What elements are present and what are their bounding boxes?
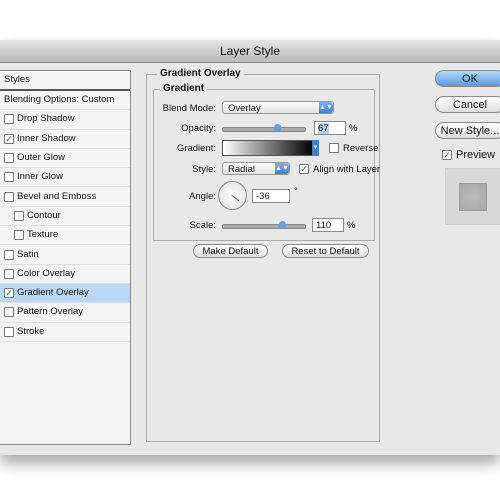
style-checkbox[interactable]: ✓ (4, 133, 14, 144)
angle-unit: ° (294, 186, 298, 197)
styles-header[interactable]: Styles (0, 71, 130, 91)
reverse-label: Reverse (343, 143, 379, 154)
style-item-gradient-overlay[interactable]: ✓ Gradient Overlay (0, 283, 130, 304)
style-item-label: Inner Shadow (17, 132, 76, 144)
style-item-label: Color Overlay (17, 267, 76, 279)
gradient-picker[interactable] (222, 140, 314, 156)
style-checkbox[interactable] (4, 268, 14, 279)
style-item-drop-shadow[interactable]: Drop Shadow (0, 110, 130, 130)
opacity-unit: % (349, 123, 358, 134)
window-title: Layer Style (0, 40, 500, 63)
style-item-bevel-and-emboss[interactable]: Bevel and Emboss (0, 187, 130, 207)
gradient-overlay-panel: Gradient Overlay Gradient Blend Mode: Ov… (146, 68, 380, 442)
ok-button[interactable]: OK (435, 70, 500, 87)
style-item-outer-glow[interactable]: Outer Glow (0, 149, 130, 169)
style-checkbox[interactable] (4, 172, 14, 183)
make-default-button[interactable]: Make Default (193, 244, 268, 258)
style-item-label: Satin (17, 248, 39, 260)
style-item-label: Stroke (17, 325, 45, 337)
opacity-slider-knob[interactable] (273, 124, 281, 131)
chevron-updown-icon: ▲▼ (275, 163, 289, 174)
style-item-inner-glow[interactable]: Inner Glow (0, 168, 130, 188)
angle-value: -36 (256, 191, 270, 202)
scale-value: 110 (316, 220, 332, 231)
style-checkbox[interactable] (4, 114, 14, 125)
gradient-dropdown-icon[interactable]: ▼ (312, 140, 319, 156)
angle-label: Angle: (189, 191, 216, 202)
reverse-checkbox[interactable] (329, 143, 339, 153)
style-item-inner-shadow[interactable]: ✓ Inner Shadow (0, 130, 130, 149)
panel-title: Gradient Overlay (157, 68, 244, 79)
align-with-layer-label: Align with Layer (313, 164, 381, 175)
style-value: Radial (228, 164, 255, 175)
style-checkbox[interactable] (14, 210, 24, 221)
style-item-contour[interactable]: Contour (0, 207, 130, 227)
style-checkbox[interactable] (4, 249, 14, 260)
style-item-label: Gradient Overlay (17, 287, 89, 299)
blending-options[interactable]: Blending Options: Custom (0, 91, 130, 111)
group-title: Gradient (160, 83, 208, 94)
blend-mode-select[interactable]: Overlay ▲▼ (222, 101, 334, 114)
scale-input[interactable]: 110 (312, 218, 344, 232)
style-item-satin[interactable]: Satin (0, 245, 130, 265)
opacity-label: Opacity: (181, 123, 216, 134)
layer-style-dialog: Layer Style Styles Blending Options: Cus… (0, 40, 500, 455)
blend-mode-label: Blend Mode: (162, 103, 216, 114)
scale-unit: % (347, 220, 356, 231)
style-item-label: Drop Shadow (17, 113, 75, 125)
gradient-label: Gradient: (176, 143, 216, 154)
gradient-group: Gradient Blend Mode: Overlay ▲▼ Opacity: … (153, 83, 380, 241)
style-item-label: Contour (27, 209, 61, 221)
angle-dial[interactable] (218, 181, 247, 210)
preview-thumbnail (445, 168, 500, 225)
style-item-label: Outer Glow (17, 152, 66, 164)
opacity-value: 67 (318, 123, 329, 134)
cancel-button[interactable]: Cancel (435, 96, 500, 113)
scale-slider-knob[interactable] (278, 221, 286, 228)
style-checkbox[interactable] (4, 191, 14, 202)
scale-slider[interactable] (222, 221, 306, 229)
chevron-updown-icon: ▲▼ (319, 102, 333, 113)
style-item-texture[interactable]: Texture (0, 226, 130, 246)
reset-to-default-button[interactable]: Reset to Default (282, 244, 369, 258)
angle-input[interactable]: -36 (252, 189, 290, 203)
style-item-label: Pattern Overlay (17, 306, 83, 318)
opacity-slider[interactable] (222, 124, 306, 132)
align-with-layer-checkbox[interactable]: ✓ (299, 164, 309, 174)
preview-checkbox[interactable]: ✓ (442, 150, 452, 160)
style-select[interactable]: Radial ▲▼ (222, 162, 290, 175)
style-item-pattern-overlay[interactable]: Pattern Overlay (0, 303, 130, 323)
style-item-label: Bevel and Emboss (17, 190, 97, 202)
style-checkbox[interactable] (4, 326, 14, 337)
style-item-label: Inner Glow (17, 171, 63, 183)
style-checkbox[interactable] (4, 307, 14, 318)
style-item-stroke[interactable]: Stroke (0, 323, 130, 342)
style-item-color-overlay[interactable]: Color Overlay (0, 265, 130, 284)
scale-label: Scale: (189, 220, 216, 231)
opacity-input[interactable]: 67 (314, 121, 346, 135)
style-checkbox[interactable] (4, 153, 14, 164)
style-label: Style: (192, 164, 216, 175)
angle-dial-needle (231, 195, 240, 202)
new-style-button[interactable]: New Style... (435, 122, 500, 139)
style-checkbox[interactable]: ✓ (4, 288, 14, 299)
blend-mode-value: Overlay (228, 103, 261, 114)
style-item-label: Texture (27, 229, 59, 241)
styles-list: Styles Blending Options: Custom Drop Sha… (0, 70, 131, 445)
style-checkbox[interactable] (14, 230, 24, 241)
preview-label: Preview (456, 149, 496, 161)
